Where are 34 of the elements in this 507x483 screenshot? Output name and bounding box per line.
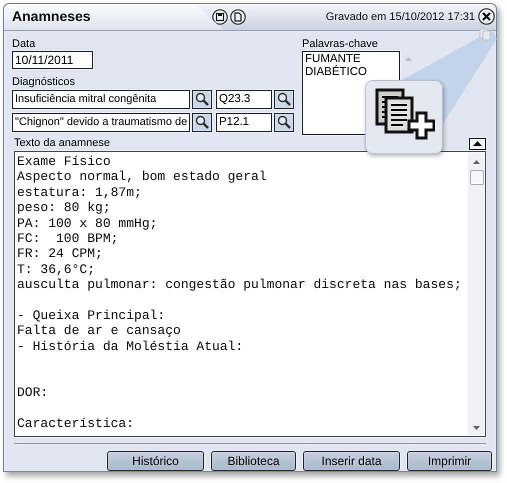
keywords-label: Palavras-chave [302, 36, 379, 51]
search-icon [277, 115, 291, 130]
diagnosis-field[interactable]: Insuficiência mitral congênita [12, 90, 190, 109]
action-button[interactable]: Biblioteca [211, 451, 296, 471]
close-icon[interactable] [478, 8, 495, 26]
action-button[interactable]: Imprimir [407, 451, 492, 471]
search-icon [195, 115, 209, 130]
search-button[interactable] [192, 90, 212, 109]
search-button[interactable] [274, 112, 294, 132]
window-title: Anamneses [12, 7, 91, 26]
code-field[interactable]: Q23.3 [216, 90, 272, 109]
search-icon [277, 92, 291, 106]
collapse-button[interactable] [469, 138, 486, 150]
save-icon[interactable] [212, 8, 228, 25]
scroll-thumb[interactable] [470, 170, 484, 185]
search-button[interactable] [274, 90, 294, 109]
scrollbar[interactable] [468, 152, 485, 436]
anamnesis-text-area[interactable]: Exame Físico Aspecto normal, bom estado geral estatura: 1,87m; peso: 80 kg; PA: 100 x 80 mmHg; FC: 100 BPM; FR: 24 CPM; T: 36,6°C; ausculta pulmonar: congestão pulmonar discreta nas bases; - Queixa Principal: Falta de ar e cansaço - História da Moléstia Atual: DOR: Característica: [14, 150, 486, 437]
diagnosis-field[interactable]: "Chignon" devido a traumatismo de [12, 112, 190, 132]
scroll-down-arrow-icon[interactable] [473, 426, 480, 430]
search-icon [195, 92, 209, 106]
diagnoses-label: Diagnósticos [12, 74, 76, 89]
date-field[interactable]: 10/11/2011 [12, 50, 93, 69]
code-field[interactable]: P12.1 [216, 112, 272, 132]
date-label: Data [12, 36, 36, 51]
keyword-item[interactable]: FUMANTE [305, 52, 397, 66]
scroll-up-arrow-icon[interactable] [473, 160, 480, 164]
new-document-icon[interactable] [230, 8, 246, 25]
saved-timestamp: Gravado em 15/10/2012 17:31 [326, 10, 475, 25]
search-button[interactable] [192, 112, 212, 132]
action-button[interactable]: Inserir data [303, 451, 400, 471]
action-button[interactable]: Histórico [107, 451, 204, 471]
anamnesis-label: Texto da anamnese [14, 136, 110, 150]
keyword-item[interactable]: DIABÉTICO [305, 66, 397, 79]
